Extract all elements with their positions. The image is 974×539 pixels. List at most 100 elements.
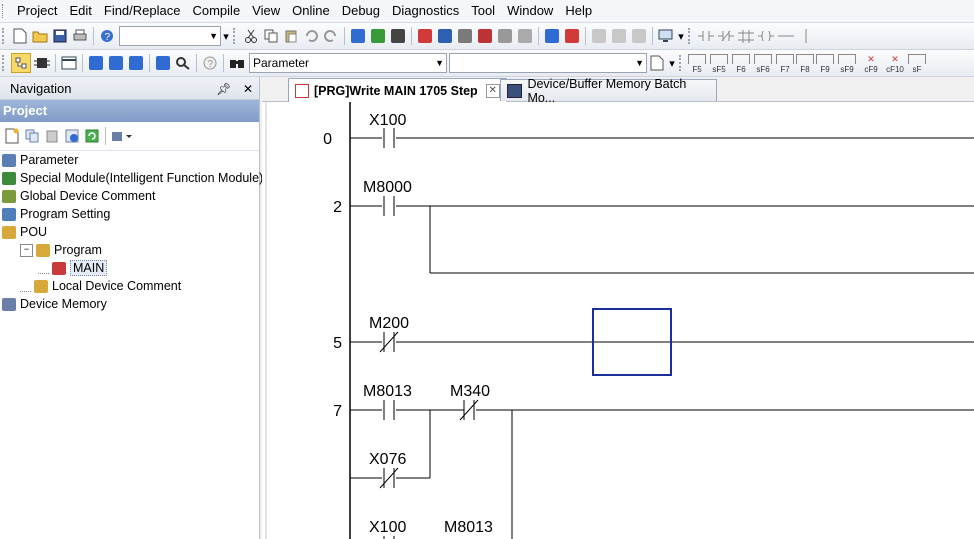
toolbar-overflow-icon[interactable]: ▾	[222, 27, 230, 45]
parameter-combo[interactable]: Parameter ▼	[249, 53, 447, 73]
close-icon[interactable]: ✕	[243, 82, 253, 96]
tree-item-program-setting[interactable]: Program Setting	[0, 205, 259, 223]
save-icon[interactable]	[51, 27, 69, 45]
rung-7[interactable]: M8013 M340 X076	[350, 383, 974, 539]
chevron-down-icon[interactable]: ▼	[635, 58, 644, 68]
ladder-key-f7[interactable]: F7	[776, 52, 794, 74]
help-circle-icon[interactable]: ?	[201, 54, 219, 72]
find-next-icon[interactable]	[648, 54, 666, 72]
menu-tool[interactable]: Tool	[465, 0, 501, 22]
comment-icon[interactable]	[590, 27, 608, 45]
toolbar-grip[interactable]	[233, 28, 238, 44]
remote-operation-icon[interactable]	[496, 27, 514, 45]
print-icon[interactable]	[71, 27, 89, 45]
tree-item-parameter[interactable]: Parameter	[0, 151, 259, 169]
tree-item-special-module-intelligent-function-module[interactable]: Special Module(Intelligent Function Modu…	[0, 169, 263, 187]
toolbar-overflow-icon[interactable]: ▾	[668, 54, 676, 72]
ladder-contact-b-icon[interactable]	[717, 27, 735, 45]
toolbar-grip[interactable]	[688, 28, 693, 44]
ladder-key-f8[interactable]: F8	[796, 52, 814, 74]
watch-icon[interactable]	[516, 27, 534, 45]
chevron-down-icon[interactable]: ▼	[209, 31, 218, 41]
device-search-icon[interactable]	[349, 27, 367, 45]
refresh-icon[interactable]	[83, 127, 101, 145]
ladder-key-cf10[interactable]: ✕ cF10	[884, 52, 906, 75]
ladder-coil-icon[interactable]	[757, 27, 775, 45]
rung-2[interactable]: M8000	[350, 179, 974, 274]
tree-item-main[interactable]: MAIN	[0, 259, 259, 277]
cross-reference-icon[interactable]	[389, 27, 407, 45]
tab-main-program[interactable]: [PRG]Write MAIN 1705 Step ✕	[288, 78, 507, 102]
paste-data-icon[interactable]	[43, 127, 61, 145]
properties-icon[interactable]	[63, 127, 81, 145]
paste-icon[interactable]	[282, 27, 300, 45]
toolbar-grip[interactable]	[2, 55, 7, 71]
redo-icon[interactable]	[322, 27, 340, 45]
menu-grip[interactable]	[2, 4, 7, 18]
menu-compile[interactable]: Compile	[186, 0, 246, 22]
ladder-key-cf9[interactable]: ✕ cF9	[860, 52, 882, 75]
cut-icon[interactable]	[242, 27, 260, 45]
verify-plc-icon[interactable]	[456, 27, 474, 45]
menu-view[interactable]: View	[246, 0, 286, 22]
menu-help[interactable]: Help	[559, 0, 598, 22]
chevron-down-icon[interactable]: ▼	[435, 58, 444, 68]
output-window-icon[interactable]	[60, 54, 78, 72]
undo-icon[interactable]	[302, 27, 320, 45]
toolbar-grip[interactable]	[679, 55, 684, 71]
tab-device-buffer-memory[interactable]: Device/Buffer Memory Batch Mo...	[500, 77, 717, 105]
find-dropdown-icon[interactable]	[174, 54, 192, 72]
rung-5[interactable]: M200	[350, 308, 974, 376]
binoculars-icon[interactable]	[228, 54, 246, 72]
ladder-key-f6[interactable]: F6	[732, 52, 750, 74]
device-replace-icon[interactable]	[369, 27, 387, 45]
device-list-icon[interactable]	[87, 54, 105, 72]
navigation-toggle-icon[interactable]	[11, 53, 31, 73]
menu-window[interactable]: Window	[501, 0, 559, 22]
toolbar-combo-left[interactable]: ▼	[119, 26, 221, 46]
monitor-window-icon[interactable]	[657, 27, 675, 45]
ladder-key-f9[interactable]: F9	[816, 52, 834, 74]
device-test-icon[interactable]	[543, 27, 561, 45]
ladder-line-icon[interactable]	[777, 27, 795, 45]
tree-item-global-device-comment[interactable]: Global Device Comment	[0, 187, 259, 205]
tree-item-device-memory[interactable]: Device Memory	[0, 295, 259, 313]
filter-dropdown-icon[interactable]	[110, 127, 134, 145]
menu-online[interactable]: Online	[286, 0, 336, 22]
write-to-plc-icon[interactable]	[416, 27, 434, 45]
tree-item-local-device-comment[interactable]: Local Device Comment	[0, 277, 259, 295]
element-selection-icon[interactable]	[33, 54, 51, 72]
note-icon[interactable]	[630, 27, 648, 45]
search-combo[interactable]: ▼	[449, 53, 647, 73]
watch-dropdown-icon[interactable]	[154, 54, 172, 72]
ladder-editor[interactable]: 0 2 5 7 X100 M8000 M200 M8013 M340 X076 …	[262, 102, 974, 539]
tab-close-icon[interactable]: ✕	[485, 83, 500, 98]
ladder-key-f5[interactable]: F5	[688, 52, 706, 74]
toolbar-overflow-icon[interactable]: ▾	[677, 27, 685, 45]
ladder-parallel-icon[interactable]	[737, 27, 755, 45]
menu-debug[interactable]: Debug	[336, 0, 386, 22]
copy-data-icon[interactable]	[23, 127, 41, 145]
device-batch-icon[interactable]	[563, 27, 581, 45]
statement-icon[interactable]	[610, 27, 628, 45]
rung-next[interactable]: X100 M8013	[369, 519, 493, 539]
device-list-3-icon[interactable]	[127, 54, 145, 72]
open-folder-icon[interactable]	[31, 27, 49, 45]
ladder-diagram[interactable]: 0 2 5 7 X100 M8000 M200 M8013 M340 X076 …	[262, 102, 974, 539]
menu-find-replace[interactable]: Find/Replace	[98, 0, 187, 22]
ladder-vertical-icon[interactable]	[797, 27, 815, 45]
ladder-key-sf6[interactable]: sF6	[752, 52, 774, 74]
read-from-plc-icon[interactable]	[436, 27, 454, 45]
ladder-key-sf5[interactable]: sF5	[708, 52, 730, 74]
tree-item-program[interactable]: − Program	[0, 241, 259, 259]
ladder-key-sf[interactable]: sF	[908, 52, 926, 74]
menu-edit[interactable]: Edit	[63, 0, 97, 22]
menu-diagnostics[interactable]: Diagnostics	[386, 0, 465, 22]
device-list-2-icon[interactable]	[107, 54, 125, 72]
tree-item-pou[interactable]: POU	[0, 223, 259, 241]
menu-project[interactable]: Project	[11, 0, 63, 22]
new-data-icon[interactable]	[3, 127, 21, 145]
help-icon[interactable]: ?	[98, 27, 116, 45]
project-section-header[interactable]: Project	[0, 100, 259, 122]
monitor-icon[interactable]	[476, 27, 494, 45]
